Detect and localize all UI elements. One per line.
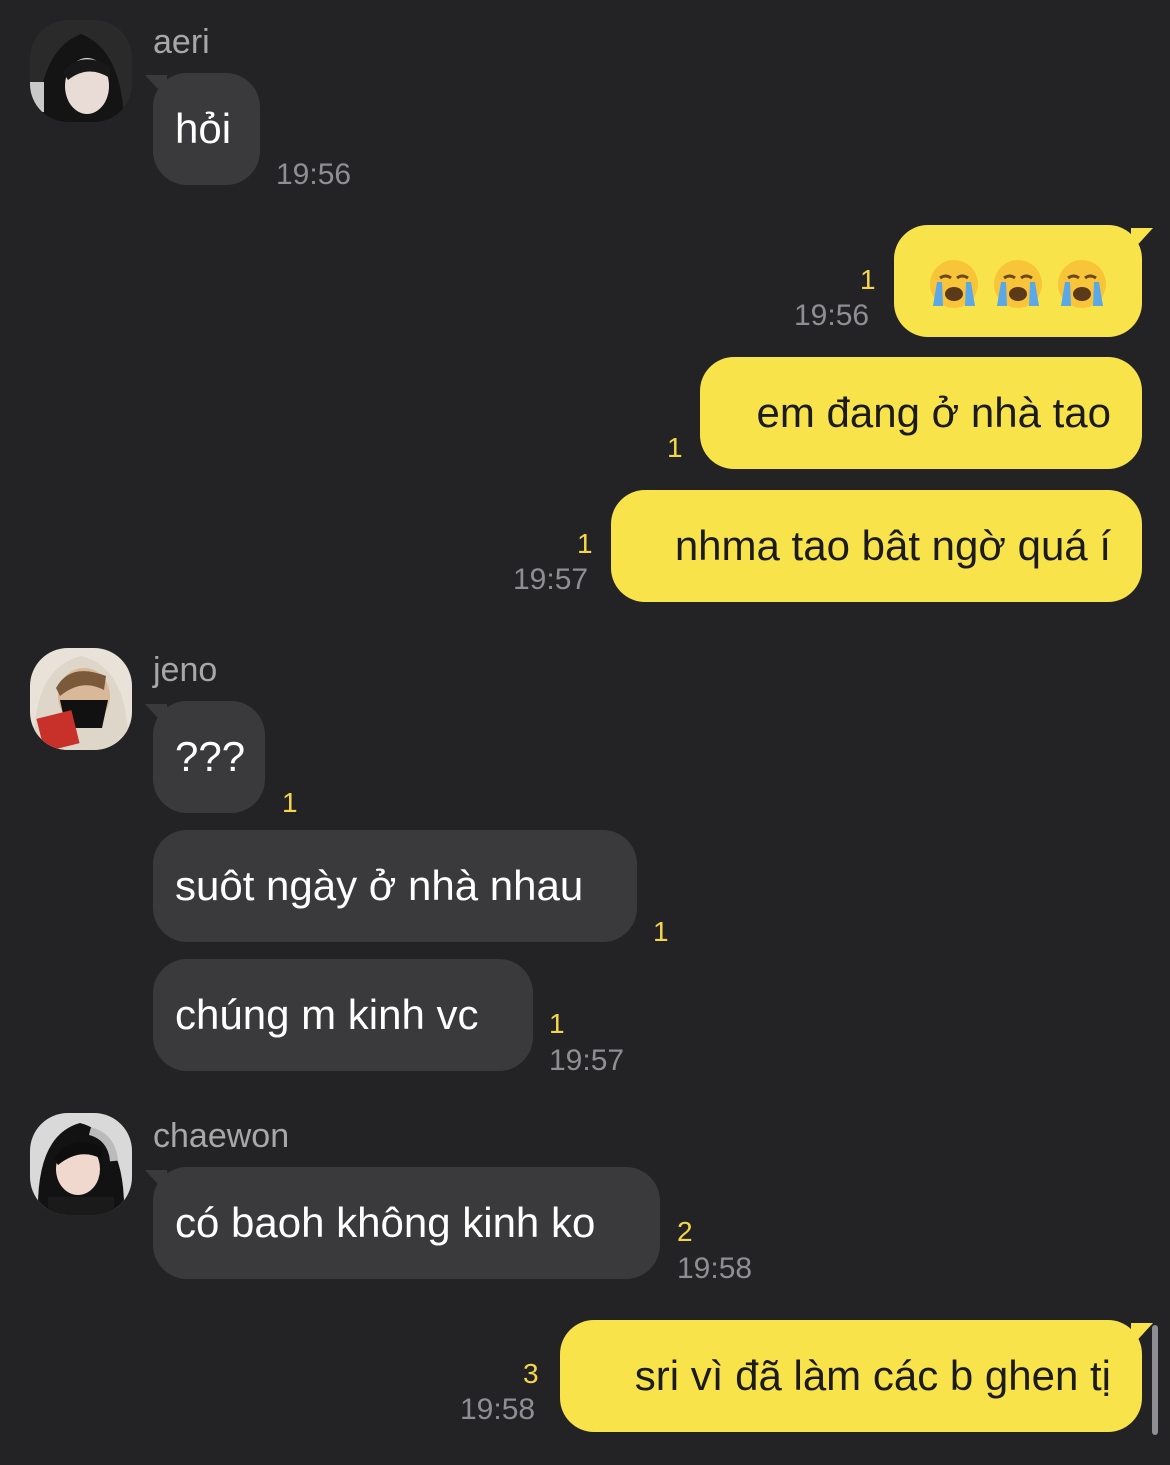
avatar-aeri[interactable] xyxy=(30,20,132,122)
chaewon-avatar-image xyxy=(30,1113,132,1215)
unread-count: 1 xyxy=(549,1008,565,1039)
message-bubble[interactable]: suôt ngày ở nhà nhau xyxy=(153,830,637,942)
unread-count: 1 xyxy=(577,528,593,559)
message-time: 19:57 xyxy=(513,563,589,596)
message-time: 19:58 xyxy=(677,1252,753,1285)
message-bubble[interactable]: ??? xyxy=(153,701,265,813)
message-bubble[interactable]: hỏi xyxy=(153,73,260,185)
message-bubble[interactable]: sri vì đã làm các b ghen tị xyxy=(560,1320,1142,1432)
message-time: 19:57 xyxy=(549,1044,625,1077)
loudly-crying-face-icon xyxy=(994,259,1042,308)
unread-count: 1 xyxy=(653,916,669,947)
unread-count: 1 xyxy=(667,432,683,463)
message-bubble-emoji[interactable] xyxy=(894,225,1142,337)
jeno-avatar-image xyxy=(30,648,132,750)
avatar-jeno[interactable] xyxy=(30,648,132,750)
message-bubble[interactable]: có baoh không kinh ko xyxy=(153,1167,660,1279)
unread-count: 3 xyxy=(523,1358,539,1389)
sender-name: aeri xyxy=(153,23,210,61)
avatar-chaewon[interactable] xyxy=(30,1113,132,1215)
loudly-crying-face-icon xyxy=(930,259,978,308)
message-time: 19:56 xyxy=(276,158,352,191)
aeri-avatar-image xyxy=(30,20,132,122)
unread-count: 1 xyxy=(282,787,298,818)
loudly-crying-face-icon xyxy=(1058,259,1106,308)
sender-name: chaewon xyxy=(153,1117,290,1155)
message-bubble[interactable]: em đang ở nhà tao xyxy=(700,357,1142,469)
unread-count: 1 xyxy=(860,264,876,295)
unread-count: 2 xyxy=(677,1216,693,1247)
message-bubble[interactable]: chúng m kinh vc xyxy=(153,959,533,1071)
message-time: 19:56 xyxy=(794,299,870,332)
message-bubble[interactable]: nhma tao bât ngờ quá í xyxy=(611,490,1142,602)
scrollbar[interactable] xyxy=(1152,1325,1158,1435)
sender-name: jeno xyxy=(153,651,218,689)
message-time: 19:58 xyxy=(460,1393,536,1426)
